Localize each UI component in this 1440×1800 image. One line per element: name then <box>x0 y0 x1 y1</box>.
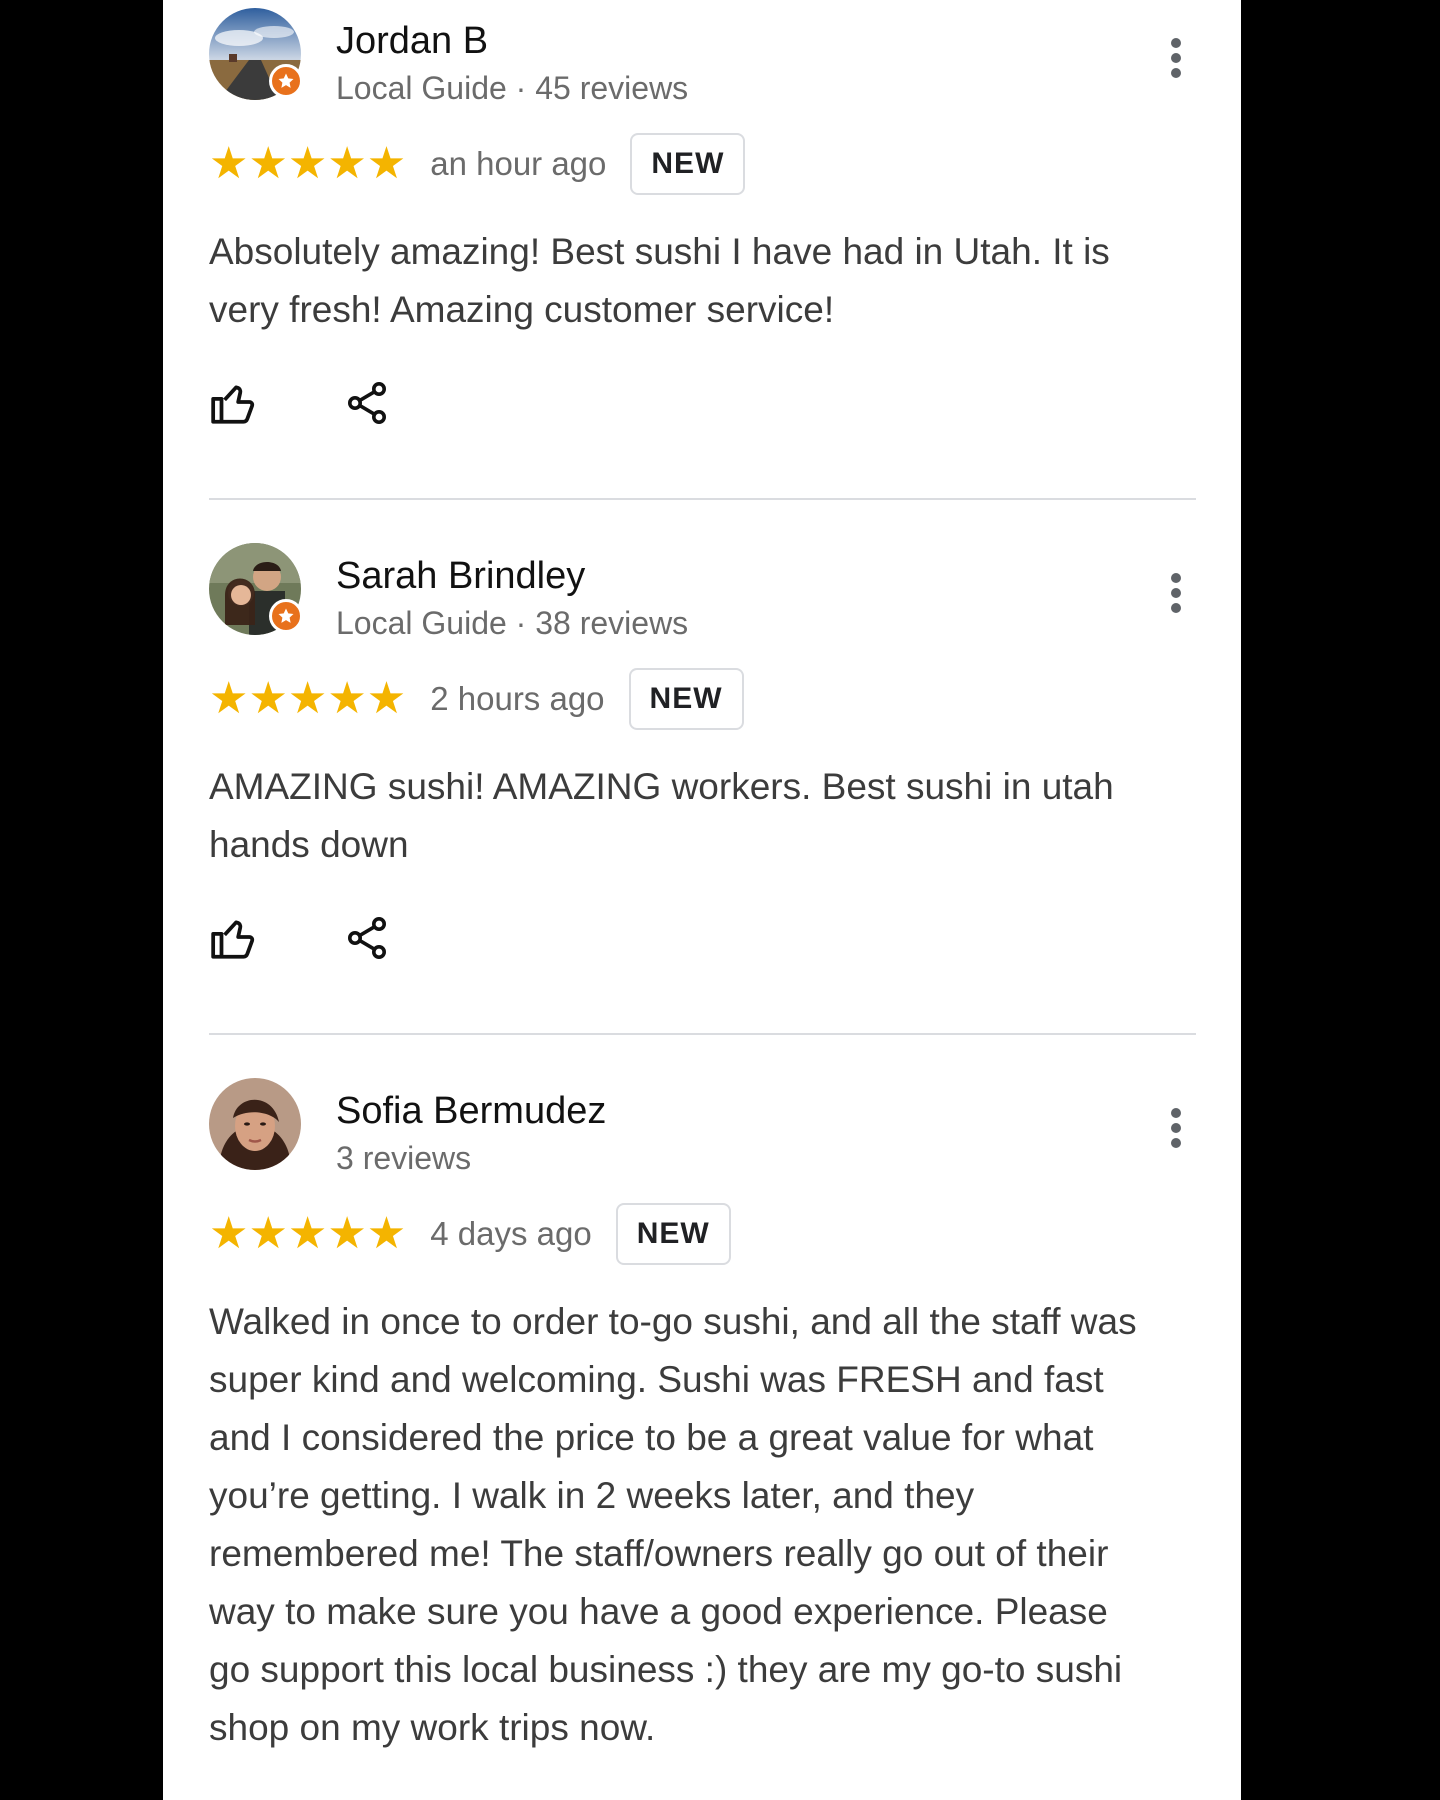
rating-row: ★★★★★ 2 hours ago NEW <box>209 668 744 730</box>
reviewer-meta: Local Guide · 38 reviews <box>336 605 689 641</box>
new-badge: NEW <box>628 668 744 730</box>
new-badge: NEW <box>615 1203 731 1265</box>
more-vert-icon[interactable] <box>1156 36 1196 80</box>
reviews-list: Jordan B Local Guide · 45 reviews ★★★★★ … <box>163 0 1241 1800</box>
reviewer-meta: 3 reviews <box>336 1140 472 1176</box>
rating-row: ★★★★★ an hour ago NEW <box>209 133 746 195</box>
divider <box>209 1033 1196 1035</box>
avatar[interactable] <box>209 1078 301 1170</box>
new-badge: NEW <box>630 133 746 195</box>
star-rating: ★★★★★ <box>209 673 407 724</box>
thumbs-up-icon[interactable] <box>209 378 259 428</box>
share-icon[interactable] <box>343 914 391 962</box>
star-rating: ★★★★★ <box>209 138 407 189</box>
review-text: Absolutely amazing! Best sushi I have ha… <box>209 231 1110 330</box>
reviewer-name[interactable]: Sofia Bermudez <box>336 1090 606 1133</box>
reviewer-meta: Local Guide · 45 reviews <box>336 70 689 106</box>
avatar-image <box>209 1078 301 1170</box>
rating-row: ★★★★★ 4 days ago NEW <box>209 1203 731 1265</box>
star-rating: ★★★★★ <box>209 1208 407 1259</box>
review-actions <box>209 913 391 963</box>
review-actions <box>209 378 391 428</box>
review-text: AMAZING sushi! AMAZING workers. Best sus… <box>209 766 1114 865</box>
avatar[interactable] <box>209 543 303 635</box>
reviewer-name[interactable]: Sarah Brindley <box>336 555 585 598</box>
review-time: 4 days ago <box>430 1215 592 1252</box>
review-time: 2 hours ago <box>430 680 605 717</box>
thumbs-up-icon[interactable] <box>209 913 259 963</box>
local-guide-star-icon <box>269 64 303 98</box>
local-guide-star-icon <box>269 599 303 633</box>
review-text: Walked in once to order to-go sushi, and… <box>209 1301 1137 1748</box>
review-time: an hour ago <box>430 145 607 182</box>
divider <box>209 498 1196 500</box>
more-vert-icon[interactable] <box>1156 571 1196 615</box>
avatar[interactable] <box>209 8 303 100</box>
more-vert-icon[interactable] <box>1156 1106 1196 1150</box>
reviewer-name[interactable]: Jordan B <box>336 20 488 63</box>
share-icon[interactable] <box>343 379 391 427</box>
